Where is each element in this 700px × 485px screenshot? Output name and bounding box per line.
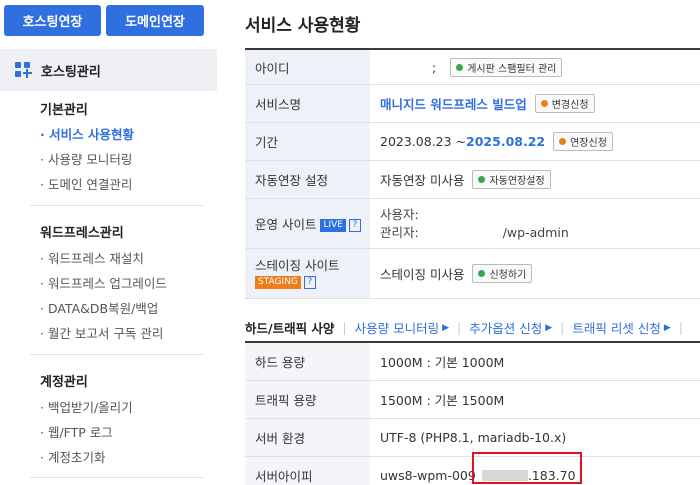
table-row: 하드 용량 1000M : 기본 1000M	[245, 343, 700, 381]
table-row: 아이디 ; 게시판 스팸필터 관리	[245, 50, 700, 85]
row-label: 아이디	[245, 50, 370, 84]
group-title-wordpress: 워드프레스관리	[40, 226, 124, 241]
change-request-label: 변경신청	[551, 100, 589, 111]
sidebar-divider	[30, 354, 203, 355]
auto-renew-settings-button[interactable]: 자동연장설정	[472, 170, 551, 189]
live-site-label: 운영 사이트	[255, 217, 317, 232]
sidebar-item-wp-reinstall[interactable]: · 워드프레스 재설치	[40, 248, 144, 267]
sidebar-item-monthly-report[interactable]: · 월간 보고서 구독 관리	[40, 323, 163, 342]
live-badge: LIVE	[320, 219, 346, 232]
service-info-table: 아이디 ; 게시판 스팸필터 관리 서비스명 매니지드 워드프레스 빌드업 변경…	[245, 48, 700, 299]
sidebar-item-account-reset[interactable]: · 계정초기화	[40, 447, 105, 466]
section-label: 호스팅관리	[41, 64, 101, 80]
period-end: 2025.08.22	[466, 134, 546, 149]
help-icon[interactable]: ?	[303, 275, 316, 289]
group-title-account: 계정관리	[40, 375, 88, 390]
hosting-renew-button[interactable]: 호스팅연장	[4, 5, 101, 36]
chevron-right-icon: ▶	[663, 322, 671, 333]
row-value: 자동연장 미사용 자동연장설정	[370, 161, 700, 198]
renew-request-label: 연장신청	[570, 138, 607, 149]
orange-dot-icon	[559, 138, 567, 145]
row-label: 기간	[245, 123, 370, 160]
renew-request-button[interactable]: 연장신청	[553, 132, 613, 151]
sidebar: 호스팅연장 도메인연장 호스팅관리 기본관리 · 서비스 사용현황 · 사용량 …	[0, 0, 217, 485]
staging-status: 스테이징 미사용	[380, 267, 465, 282]
traffic-reset-link[interactable]: 트래픽 리셋 신청	[572, 318, 660, 337]
server-host: uws8-wpm-009	[380, 468, 476, 483]
change-request-button[interactable]: 변경신청	[534, 94, 595, 113]
table-row: 스테이징 사이트 STAGING? 스테이징 미사용 신청하기	[245, 249, 700, 299]
spam-filter-button[interactable]: 게시판 스팸필터 관리	[450, 57, 563, 77]
main-content: 서비스 사용현황 아이디 ; 게시판 스팸필터 관리 서비스명 매니지드 워드프…	[217, 0, 700, 485]
row-value: 1000M : 기본 1000M	[380, 355, 505, 370]
row-value: 2023.08.23 ~ 2025.08.22 연장신청	[370, 123, 700, 160]
usage-monitoring-link[interactable]: 사용량 모니터링	[355, 318, 439, 337]
staging-site-label: 스테이징 사이트	[255, 257, 340, 273]
admin-url[interactable]: /wp-admin	[503, 225, 569, 240]
spec-header: 하드/트래픽 사양 | 사용량 모니터링 ▶ | 추가옵션 신청 ▶ | 트래픽 리…	[245, 318, 700, 337]
hosting-management-header[interactable]: 호스팅관리	[0, 49, 217, 91]
chevron-right-icon: ▶	[545, 322, 553, 333]
table-row: 기간 2023.08.23 ~ 2025.08.22 연장신청	[245, 123, 700, 161]
green-dot-icon	[456, 63, 464, 71]
apply-label: 신청하기	[489, 270, 527, 281]
separator: |	[342, 320, 347, 335]
spec-title: 하드/트래픽 사양	[245, 321, 335, 336]
user-label: 사용자:	[380, 206, 419, 222]
chevron-right-icon: ▶	[442, 322, 450, 333]
row-value: 스테이징 미사용 신청하기	[370, 249, 700, 298]
sidebar-divider	[30, 477, 203, 478]
auto-renew-status: 자동연장 미사용	[380, 173, 465, 188]
spam-filter-label: 게시판 스팸필터 관리	[467, 63, 557, 75]
green-dot-icon	[478, 270, 486, 277]
table-row: 운영 사이트 LIVE? 사용자: 관리자: /wp-admin	[245, 199, 700, 249]
extra-option-link[interactable]: 추가옵션 신청	[469, 318, 542, 337]
highlight-box	[472, 452, 582, 484]
sidebar-item-ftp-log[interactable]: · 웹/FTP 로그	[40, 422, 113, 441]
row-label: 서비스명	[245, 85, 370, 122]
service-name: 매니지드 워드프레스 빌드업	[380, 97, 527, 112]
row-value: ; 게시판 스팸필터 관리	[370, 50, 700, 84]
row-label: 운영 사이트 LIVE?	[245, 199, 370, 248]
green-dot-icon	[478, 176, 486, 183]
admin-label: 관리자:	[380, 224, 419, 240]
row-label: 스테이징 사이트 STAGING?	[245, 249, 370, 298]
help-icon[interactable]: ?	[349, 219, 361, 232]
domain-renew-button[interactable]: 도메인연장	[106, 5, 204, 36]
grid-plus-icon	[15, 62, 32, 78]
sidebar-item-service-status[interactable]: · 서비스 사용현황	[40, 124, 134, 143]
row-label: 서버 환경	[245, 419, 370, 456]
admin-line: 관리자: /wp-admin	[380, 224, 569, 242]
separator: |	[457, 320, 462, 335]
row-value: 1500M : 기본 1500M	[380, 393, 505, 408]
row-value: 매니지드 워드프레스 빌드업 변경신청	[370, 85, 700, 122]
sidebar-item-backup-upload[interactable]: · 백업받기/올리기	[40, 397, 133, 416]
row-label: 서버아이피	[245, 457, 370, 485]
row-label: 하드 용량	[245, 343, 370, 380]
sidebar-item-wp-upgrade[interactable]: · 워드프레스 업그레이드	[40, 273, 167, 292]
page-title: 서비스 사용현황	[245, 16, 361, 36]
group-title-basic: 기본관리	[40, 103, 88, 118]
period-start: 2023.08.23 ~	[380, 134, 467, 149]
sidebar-item-usage-monitoring[interactable]: · 사용량 모니터링	[40, 149, 132, 168]
table-row: 서비스명 매니지드 워드프레스 빌드업 변경신청	[245, 85, 700, 123]
separator: |	[560, 320, 565, 335]
staging-badge: STAGING	[255, 275, 301, 289]
auto-renew-settings-label: 자동연장설정	[489, 176, 545, 187]
table-row: 트래픽 용량 1500M : 기본 1500M	[245, 381, 700, 419]
id-value: ;	[432, 59, 437, 75]
row-value: 사용자: 관리자: /wp-admin	[370, 199, 700, 248]
row-label: 트래픽 용량	[245, 381, 370, 418]
sidebar-divider	[30, 205, 203, 206]
apply-button[interactable]: 신청하기	[472, 264, 533, 283]
sidebar-item-domain-link[interactable]: · 도메인 연결관리	[40, 174, 132, 193]
table-row: 자동연장 설정 자동연장 미사용 자동연장설정	[245, 161, 700, 199]
separator: |	[678, 320, 683, 335]
row-value: UTF-8 (PHP8.1, mariadb-10.x)	[380, 430, 567, 445]
orange-dot-icon	[540, 100, 548, 107]
row-label: 자동연장 설정	[245, 161, 370, 198]
sidebar-item-data-backup[interactable]: · DATA&DB복원/백업	[40, 298, 158, 317]
